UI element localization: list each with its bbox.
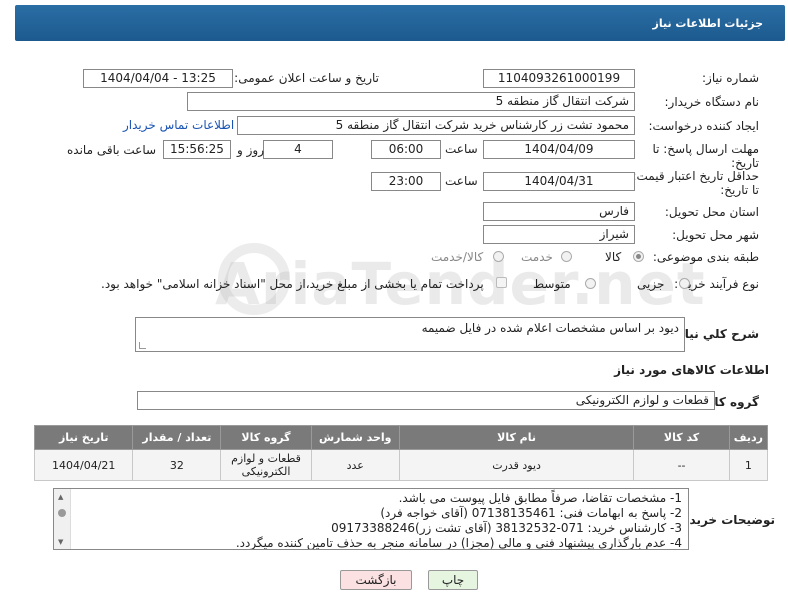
validity-time-field: 23:00 (371, 172, 441, 191)
announce-datetime-label: تاریخ و ساعت اعلان عمومی: (234, 71, 379, 85)
category-option-goods-service: کالا/خدمت (431, 250, 484, 264)
cell-quantity: 32 (132, 449, 222, 481)
purchase-radio-medium[interactable] (585, 278, 596, 289)
cell-need-date: 1404/04/21 (33, 449, 134, 481)
province-field: فارس (483, 202, 635, 221)
announce-datetime-field: 1404/04/04 - 13:25 (83, 69, 233, 88)
city-field: شیراز (483, 225, 635, 244)
note-line-4: 4- عدم بارگذاری پیشنهاد فنی و مالی (مجزا… (235, 536, 682, 550)
validity-date-field: 1404/04/31 (483, 172, 635, 191)
back-button[interactable]: بازگشت (340, 570, 412, 590)
col-need-date: تاریخ نیاز (33, 425, 134, 450)
scroll-up-icon[interactable]: ▲ (58, 493, 63, 501)
col-unit: واحد شمارش (310, 425, 400, 450)
col-code: کد کالا (633, 425, 730, 450)
reply-time-field: 06:00 (371, 140, 441, 159)
delivery-city-label: شهر محل تحویل: (672, 228, 759, 242)
request-creator-label: ایجاد کننده درخواست: (648, 119, 759, 133)
general-desc-label: شرح كلي نياز: (673, 327, 759, 341)
price-validity-label: حداقل تاریخ اعتبار قیمت: تا تاریخ: (632, 169, 759, 197)
validity-hour-label: ساعت (445, 174, 478, 188)
buyer-org-label: نام دستگاه خریدار: (664, 95, 760, 109)
resize-handle[interactable] (139, 342, 146, 349)
delivery-province-label: استان محل تحویل: (664, 205, 759, 219)
reply-hour-label: ساعت (445, 142, 478, 156)
table-row: 1 -- دیود قدرت عدد قطعات و لوازم الکترون… (33, 449, 769, 481)
print-button[interactable]: چاپ (428, 570, 478, 590)
category-radio-goods[interactable] (633, 251, 644, 262)
scroll-down-icon[interactable]: ▼ (58, 538, 63, 546)
cell-unit: عدد (310, 449, 400, 481)
remaining-label: ساعت باقی مانده (67, 143, 157, 157)
note-line-3: 3- کارشناس خرید: 071-38132532 (آقای تشت … (331, 521, 682, 535)
reply-date-field: 1404/04/09 (483, 140, 635, 159)
category-radio-service[interactable] (561, 251, 572, 262)
buyer-notes-field: 1- مشخصات تقاضا، صرفاً مطابق فایل پیوست … (53, 488, 689, 550)
panel-header: جزئیات اطلاعات نیاز (15, 5, 785, 41)
note-line-2: 2- پاسخ به ابهامات فنی: 07138135461 (آقا… (380, 506, 682, 520)
note-line-1: 1- مشخصات تقاضا، صرفاً مطابق فایل پیوست … (398, 491, 682, 505)
table-header-row: ردیف کد کالا نام کالا واحد شمارش گروه کا… (33, 425, 769, 450)
col-name: نام کالا (398, 425, 635, 450)
reply-deadline-label: مهلت ارسال پاسخ: تا تاریخ: (652, 142, 759, 170)
cell-name: دیود قدرت (398, 449, 635, 481)
need-number-label: شماره نیاز: (702, 71, 759, 85)
goods-table: ردیف کد کالا نام کالا واحد شمارش گروه کا… (33, 425, 769, 481)
col-group: گروه کالا (220, 425, 312, 450)
notes-scrollbar[interactable]: ▲ ▼ (54, 489, 71, 549)
category-radio-goods-service[interactable] (493, 251, 504, 262)
buyer-contact-link[interactable]: اطلاعات تماس خریدار (123, 118, 234, 132)
cell-group: قطعات و لوازم الکترونیکی (220, 449, 312, 481)
buyer-org-field: شرکت انتقال گاز منطقه 5 (187, 92, 635, 111)
panel-title: جزئیات اطلاعات نیاز (652, 17, 764, 30)
goods-info-title: اطلاعات کالاهای مورد نیاز (614, 363, 769, 377)
goods-group-field: قطعات و لوازم الکترونیکی (137, 391, 715, 410)
col-row: ردیف (728, 425, 769, 450)
category-label: طبقه بندی موضوعی: (652, 250, 759, 264)
treasury-payment-checkbox[interactable] (496, 277, 507, 288)
category-option-goods: کالا (605, 250, 622, 264)
col-quantity: تعداد / مقدار (132, 425, 222, 450)
cell-row: 1 (728, 449, 769, 481)
purchase-option-minor: جزیی (637, 277, 665, 291)
purchase-option-medium: متوسط (533, 277, 571, 291)
general-desc-field: دیود بر اساس مشخصات اعلام شده در فایل ضم… (135, 317, 685, 352)
remaining-time-field: 15:56:25 (163, 140, 231, 159)
day-and-label: روز و (237, 143, 264, 157)
category-option-service: خدمت (521, 250, 553, 264)
scroll-thumb[interactable] (58, 509, 66, 517)
purchase-radio-minor[interactable] (679, 278, 690, 289)
request-creator-field: محمود تشت زر کارشناس خرید شرکت انتقال گا… (237, 116, 635, 135)
need-details-panel: جزئیات اطلاعات نیاز AriaTender.net شماره… (15, 5, 785, 600)
treasury-payment-note: پرداخت تمام یا بخشی از مبلغ خرید،از محل … (101, 277, 484, 291)
need-number-field: 1104093261000199 (483, 69, 635, 88)
cell-code: -- (633, 449, 730, 481)
reply-days-field: 4 (263, 140, 333, 159)
